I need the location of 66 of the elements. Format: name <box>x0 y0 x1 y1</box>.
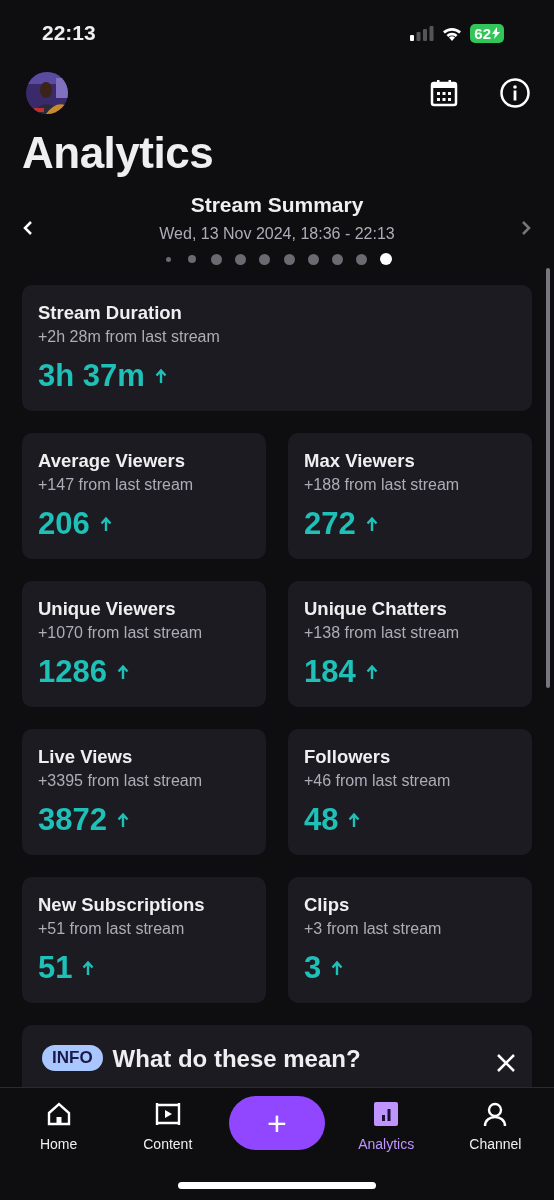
metric-title: Max Viewers <box>304 450 416 472</box>
metric-title: Stream Duration <box>38 302 183 324</box>
metric-value: 3 <box>304 950 322 986</box>
nav-tab[interactable]: Channel <box>447 1096 544 1156</box>
analytics-icon <box>372 1100 401 1128</box>
metric-title: Followers <box>304 746 392 768</box>
info-tag: INFO <box>42 1045 103 1071</box>
page-dot[interactable] <box>283 253 295 265</box>
page-dot[interactable] <box>188 255 197 263</box>
up-arrow-icon <box>99 516 112 532</box>
metric-change: +51 from last stream <box>38 920 186 938</box>
create-button[interactable]: + <box>228 1096 325 1150</box>
up-arrow-icon <box>154 368 167 384</box>
nav-tab[interactable]: Content <box>119 1096 216 1156</box>
metric-change: +3 from last stream <box>304 920 443 938</box>
metric-title: New Subscriptions <box>38 894 206 916</box>
content-icon <box>153 1100 182 1128</box>
metric-value: 1286 <box>38 654 107 690</box>
metric-title: Unique Viewers <box>38 598 177 620</box>
up-arrow-icon <box>116 812 129 828</box>
nav-tab[interactable]: Home <box>10 1096 107 1156</box>
metric-title: Unique Chatters <box>304 598 448 620</box>
page-dot[interactable] <box>307 253 319 265</box>
battery-indicator: 62 <box>470 23 504 43</box>
up-arrow-icon <box>348 812 361 828</box>
metric-title: Live Views <box>38 746 134 768</box>
metric-value: 184 <box>304 654 356 690</box>
page-dot[interactable] <box>259 253 271 265</box>
summary-title: Stream Summary <box>190 193 364 217</box>
metric-value: 272 <box>304 506 356 542</box>
up-arrow-icon <box>365 664 378 680</box>
metric-change: +1070 from last stream <box>38 624 204 642</box>
page-dot[interactable] <box>211 253 223 265</box>
up-arrow-icon <box>365 516 378 532</box>
metric-title: Clips <box>304 894 351 916</box>
metric-value: 51 <box>38 950 73 986</box>
close-icon[interactable] <box>496 1053 516 1073</box>
metric-change: +188 from last stream <box>304 476 461 494</box>
calendar-icon[interactable] <box>430 79 458 107</box>
page-dot[interactable] <box>331 253 343 265</box>
metric-value: 3872 <box>38 802 107 838</box>
metric-change: +147 from last stream <box>38 476 195 494</box>
metric-change: +138 from last stream <box>304 624 461 642</box>
metric-value: 3h 37m <box>38 358 145 394</box>
metric-change: +46 from last stream <box>304 772 452 790</box>
info-title: What do these mean? <box>112 1045 362 1073</box>
page-dot[interactable] <box>379 253 392 265</box>
clock: 22:13 <box>42 21 96 45</box>
stream-date: Wed, 13 Nov 2024, 18:36 - 22:13 <box>159 225 395 243</box>
metric-change: +2h 28m from last stream <box>38 328 221 346</box>
metric-change: +3395 from last stream <box>38 772 204 790</box>
metric-title: Average Viewers <box>38 450 187 472</box>
signal-icon <box>410 25 435 41</box>
info-icon[interactable] <box>500 78 530 108</box>
up-arrow-icon <box>82 960 95 976</box>
scrollbar[interactable] <box>546 268 550 688</box>
page-dot[interactable] <box>165 256 171 262</box>
page-title: Analytics <box>22 128 214 178</box>
wifi-icon <box>442 25 463 41</box>
up-arrow-icon <box>331 960 344 976</box>
page-dot[interactable] <box>235 253 247 265</box>
metric-value: 206 <box>38 506 90 542</box>
metric-value: 48 <box>304 802 339 838</box>
up-arrow-icon <box>116 664 129 680</box>
nav-tab[interactable]: Analytics <box>338 1096 435 1156</box>
page-dot[interactable] <box>356 253 368 265</box>
